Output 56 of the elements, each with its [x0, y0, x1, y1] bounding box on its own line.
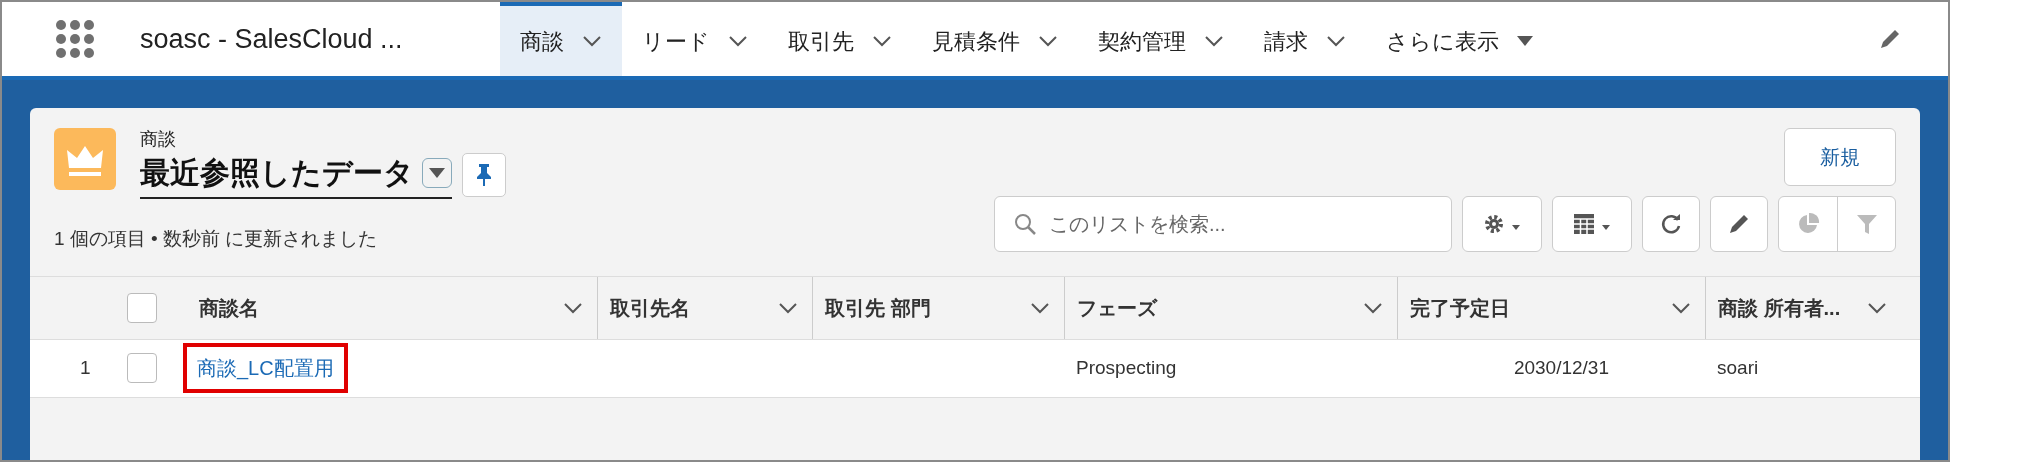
list-status: 1 個の項目 • 数秒前 に更新されました — [54, 227, 379, 251]
row-number: 1 — [79, 355, 92, 380]
nav-tab[interactable]: 契約管理 — [1078, 2, 1244, 76]
column-header[interactable]: 完了予定日 — [1397, 276, 1705, 339]
table-cell-text: 2030/12/31 — [1513, 355, 1609, 380]
chevron-down-icon — [1671, 301, 1691, 314]
nav-tab[interactable]: 取引先 — [768, 2, 912, 76]
object-label: 商談 — [140, 128, 177, 150]
nav-tab[interactable]: 請求 — [1244, 2, 1366, 76]
app-launcher-icon[interactable] — [55, 19, 95, 59]
chevron-down-icon — [1038, 35, 1058, 47]
chevron-down-icon — [563, 301, 583, 314]
pin-button[interactable] — [462, 152, 506, 197]
nav-tab[interactable]: リード — [622, 2, 768, 76]
nav-tab[interactable]: 見積条件 — [912, 2, 1078, 76]
list-view-dropdown[interactable] — [422, 157, 452, 188]
chevron-down-icon — [778, 301, 798, 314]
table-cell-text: soari — [1717, 355, 1759, 380]
crown-icon — [54, 128, 116, 190]
chevron-down-icon — [1326, 35, 1346, 47]
select-all-checkbox[interactable] — [127, 292, 157, 323]
search-field[interactable]: このリストを検索... — [994, 196, 1452, 252]
row-checkbox[interactable] — [127, 353, 157, 383]
table-button[interactable] — [1552, 196, 1632, 252]
search-icon — [1014, 213, 1036, 235]
column-header[interactable]: 商談名 — [187, 276, 597, 339]
column-header[interactable]: 商談 所有者... — [1705, 276, 1901, 339]
chevron-down-icon — [1204, 35, 1224, 47]
pin-icon — [477, 163, 491, 186]
record-link[interactable]: 商談_LC配置用 — [183, 343, 348, 393]
pencil-icon[interactable] — [1878, 27, 1902, 51]
chevron-down-icon — [1030, 301, 1050, 314]
new-button[interactable]: 新規 — [1784, 128, 1896, 186]
chevron-down-icon — [1363, 301, 1383, 314]
chevron-down-icon — [728, 35, 748, 47]
chevron-down-icon — [872, 35, 892, 47]
column-header[interactable]: 取引先 部門 — [812, 276, 1064, 339]
chevron-down-icon — [1867, 301, 1887, 314]
gear-button[interactable] — [1462, 196, 1542, 252]
nav-tab[interactable]: 商談 — [500, 2, 622, 76]
pie-chart-icon — [1796, 212, 1820, 236]
caret-down-icon — [429, 167, 445, 178]
refresh-icon — [1659, 212, 1683, 236]
column-header[interactable]: 取引先名 — [597, 276, 812, 339]
chevron-down-icon — [582, 35, 602, 47]
refresh-button[interactable] — [1642, 196, 1700, 252]
app-name: soasc - SalesCloud ... — [140, 22, 404, 56]
column-header[interactable]: フェーズ — [1064, 276, 1397, 339]
list-view-name: 最近参照したデータ — [140, 155, 414, 191]
edit-button[interactable] — [1710, 196, 1768, 252]
filter-icon — [1854, 212, 1879, 236]
pencil-icon — [1727, 212, 1751, 236]
nav-tab[interactable]: さらに表示 — [1366, 2, 1553, 76]
table-cell-text: Prospecting — [1076, 355, 1177, 380]
table-icon — [1572, 211, 1612, 237]
caret-down-icon — [1517, 36, 1533, 46]
